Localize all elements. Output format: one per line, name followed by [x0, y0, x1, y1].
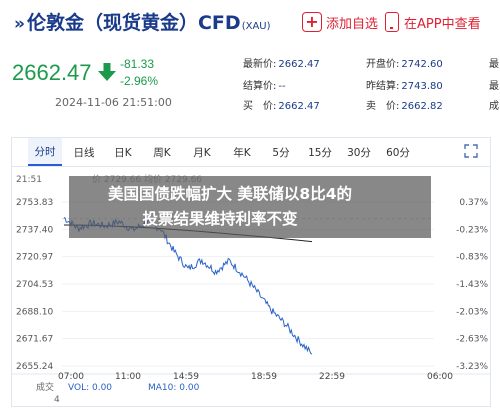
field-value: -- [278, 81, 286, 92]
field-value: 2662.47 [278, 101, 320, 112]
field-open: 开盘价: 2742.60 [366, 55, 443, 70]
y-tick-left: 2655.24 [16, 362, 53, 372]
tab-daily-k[interactable]: 日K [110, 138, 136, 166]
crosshair-time: 21:51 [16, 175, 42, 185]
y-tick-right: -2.03% [456, 307, 488, 317]
instrument-title: » 伦敦金（现货黄金）CFD (XAU) [14, 8, 271, 35]
y-tick-right: -2.63% [456, 335, 488, 345]
tab-weekly-k[interactable]: 周K [147, 138, 177, 166]
x-tick: 14:59 [173, 372, 199, 382]
x-tick: 07:00 [58, 372, 84, 382]
y-tick-left: 2688.10 [16, 307, 53, 317]
y-tick-left: 2720.97 [16, 253, 53, 263]
field-high-cut: 最 [489, 59, 499, 70]
view-in-app-label: 在APP中查看 [404, 16, 481, 32]
field-volume-cut: 成 [489, 101, 499, 112]
y-axis-right: 0.37% -0.23% -0.83% -1.43% -2.03% -2.63% -3.23… [456, 198, 488, 372]
x-tick: 11:00 [115, 372, 141, 382]
field-label: 卖 价: [366, 101, 400, 112]
tab-monthly-k[interactable]: 月K [187, 138, 217, 166]
field-value: 2743.80 [401, 81, 443, 92]
instrument-code: (XAU) [241, 21, 271, 32]
instrument-name: 伦敦金（现货黄金）CFD [26, 12, 241, 34]
x-tick: 18:59 [251, 372, 277, 382]
ma10-indicator: MA10: 0.00 [148, 383, 200, 393]
y-tick-right: 0.37% [459, 198, 488, 208]
period-tabs: 分时 日线 日K 周K 月K 年K 5分 15分 30分 60分 [12, 138, 490, 167]
y-tick-right: -3.23% [456, 362, 488, 372]
volume-value: 4 [54, 395, 60, 405]
header: » 伦敦金（现货黄金）CFD (XAU) + 添加自选 在APP中查看 [0, 0, 500, 40]
field-value: 2662.47 [278, 59, 320, 70]
tab-5min[interactable]: 5分 [267, 138, 295, 166]
price-change: -81.33 -2.96% [120, 56, 158, 90]
y-tick-right: -0.83% [456, 253, 488, 263]
tab-60min[interactable]: 60分 [383, 138, 413, 166]
change-percent: -2.96% [120, 74, 159, 88]
field-latest: 最新价: 2662.47 [243, 55, 320, 70]
change-value: -81.33 [120, 57, 155, 71]
field-value: 2742.60 [401, 59, 443, 70]
down-arrow-icon [98, 63, 116, 81]
tab-yearly-k[interactable]: 年K [227, 138, 257, 166]
news-overlay[interactable]: 美国国债跌幅扩大 美联储以8比4的 投票结果维持利率不变 [69, 176, 431, 238]
vol-indicator: VOL: 0.00 [68, 383, 112, 393]
y-tick-left: 2704.53 [16, 280, 53, 290]
field-label: 买 价: [243, 101, 277, 112]
volume-label: 成交 [36, 381, 54, 393]
tab-intraday[interactable]: 分时 [28, 138, 62, 166]
y-tick-right: -0.23% [456, 225, 488, 235]
x-tick: 06:00 [427, 372, 453, 382]
quote-time: 2024-11-06 21:51:00 [55, 96, 172, 109]
field-low-cut: 最 [489, 81, 499, 92]
news-headline-line1: 美国国债跌幅扩大 美联储以8比4的 [108, 185, 352, 203]
view-in-app-button[interactable]: 在APP中查看 [385, 12, 481, 32]
x-tick: 22:59 [319, 372, 345, 382]
field-label: 昨结算: [366, 81, 400, 92]
tab-day-line[interactable]: 日线 [68, 138, 100, 166]
expand-icon[interactable] [464, 144, 478, 158]
add-watchlist-button[interactable]: + 添加自选 [302, 12, 378, 32]
plus-square-icon: + [302, 12, 322, 32]
y-tick-right: -1.43% [456, 280, 488, 290]
phone-icon [385, 12, 399, 32]
field-label: 最新价: [243, 59, 277, 70]
tab-15min[interactable]: 15分 [305, 138, 335, 166]
field-value: 2662.82 [401, 101, 443, 112]
field-label: 开盘价: [366, 59, 400, 70]
field-bid: 买 价: 2662.47 [243, 97, 320, 112]
field-label: 结算价: [243, 81, 277, 92]
y-tick-left: 2671.67 [16, 335, 53, 345]
field-prev-settle: 昨结算: 2743.80 [366, 77, 443, 92]
field-ask: 卖 价: 2662.82 [366, 97, 443, 112]
chevron-icon[interactable]: » [14, 14, 25, 34]
last-price: 2662.47 [12, 60, 92, 85]
tab-30min[interactable]: 30分 [344, 138, 374, 166]
news-headline-line2: 投票结果维持利率不变 [142, 210, 298, 228]
field-settlement: 结算价: -- [243, 77, 286, 92]
add-watchlist-label: 添加自选 [326, 16, 379, 32]
